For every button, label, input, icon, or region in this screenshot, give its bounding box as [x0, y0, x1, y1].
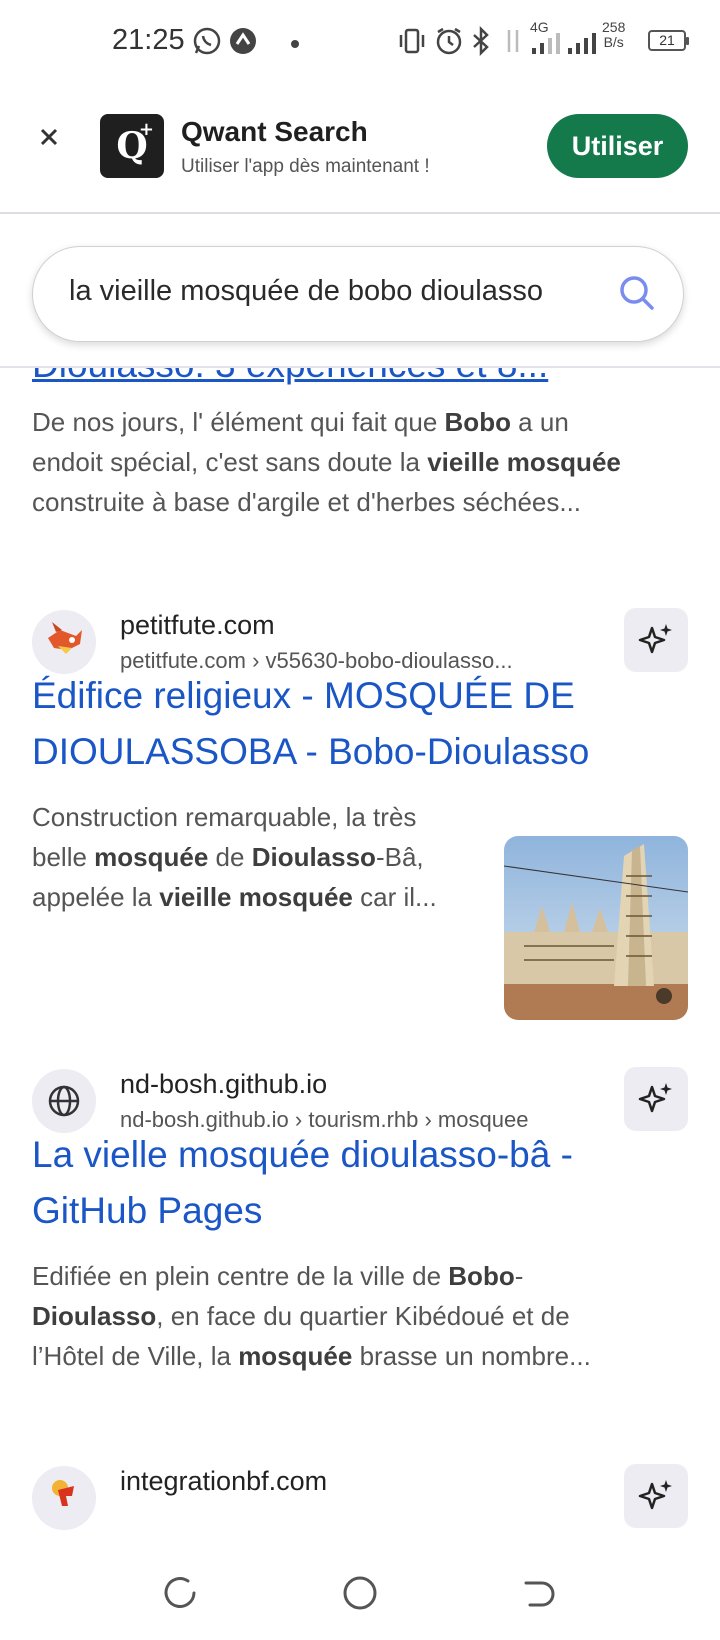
globe-favicon: [32, 1069, 96, 1133]
search-input[interactable]: la vieille mosquée de bobo dioulasso: [69, 275, 599, 308]
app-name: Qwant Search: [181, 116, 368, 147]
result-snippet: Edifiée en plein centre de la ville de B…: [32, 1261, 591, 1371]
notification-app-icon: [228, 26, 258, 61]
search-results[interactable]: Dioulasso: 3 expériences et 8... De nos …: [0, 368, 720, 1543]
app-subtitle: Utiliser l'app dès maintenant !: [181, 156, 430, 177]
header-divider: [0, 366, 720, 368]
globe-icon: [48, 1085, 80, 1117]
app-install-banner: Q + Qwant Search Utiliser l'app dès maint…: [0, 98, 720, 214]
fox-logo-icon: [48, 622, 82, 654]
mosque-image: [504, 836, 688, 1020]
result-title-link[interactable]: Édifice religieux - MOSQUÉE DE DIOULASSOB…: [32, 668, 589, 780]
result-site-name[interactable]: nd-bosh.github.io: [120, 1069, 327, 1100]
close-banner-button[interactable]: [34, 122, 64, 152]
search-bar[interactable]: la vieille mosquée de bobo dioulasso: [32, 246, 684, 342]
petitfute-favicon: [32, 610, 96, 674]
home-icon: [343, 1576, 377, 1610]
more-notifications-dot-icon: [290, 36, 300, 54]
sparkle-icon: [638, 1480, 672, 1510]
sparkle-icon: [638, 624, 672, 654]
bluetooth-icon: [470, 25, 492, 61]
vibrate-icon: [398, 26, 426, 61]
integrationbf-logo-icon: [52, 1480, 74, 1506]
search-button[interactable]: [617, 273, 657, 313]
close-icon: [40, 128, 58, 146]
use-app-button[interactable]: Utiliser: [547, 114, 688, 178]
ai-summary-button[interactable]: [624, 1067, 688, 1131]
result-title-link[interactable]: La vielle mosquée dioulasso-bâ - GitHub P…: [32, 1127, 573, 1239]
recents-icon: [164, 1577, 196, 1608]
status-bar: 21:25 4G 258 B/s 21: [0, 0, 720, 84]
signal-icon-2: [566, 32, 598, 59]
data-transfer-icon: [504, 26, 522, 61]
ai-summary-button[interactable]: [624, 608, 688, 672]
whatsapp-icon: [192, 26, 222, 61]
result-site-name[interactable]: petitfute.com: [120, 610, 275, 641]
alarm-icon: [434, 26, 464, 61]
ai-summary-button[interactable]: [624, 1464, 688, 1528]
result-site-name[interactable]: integrationbf.com: [120, 1466, 327, 1497]
result-snippet: Construction remarquable, la très belle …: [32, 802, 437, 912]
battery-indicator: 21: [648, 30, 689, 51]
result-title-clipped[interactable]: Dioulasso: 3 expériences et 8...: [32, 368, 548, 386]
home-button[interactable]: [338, 1571, 382, 1615]
result-thumbnail-mosque[interactable]: [504, 836, 688, 1020]
result-snippet-clipped: De nos jours, l' élément qui fait que Bo…: [32, 407, 621, 517]
sparkle-icon: [638, 1083, 672, 1113]
search-icon: [620, 276, 654, 310]
back-icon: [524, 1581, 555, 1607]
status-time: 21:25: [112, 24, 185, 56]
qwant-app-logo: Q +: [100, 114, 164, 178]
system-navigation-bar: [0, 1545, 720, 1640]
back-button[interactable]: [516, 1571, 560, 1615]
integrationbf-favicon: [32, 1466, 96, 1530]
recent-apps-button[interactable]: [158, 1571, 202, 1615]
network-speed: 258 B/s: [602, 19, 626, 50]
signal-icon-1: [530, 32, 562, 59]
